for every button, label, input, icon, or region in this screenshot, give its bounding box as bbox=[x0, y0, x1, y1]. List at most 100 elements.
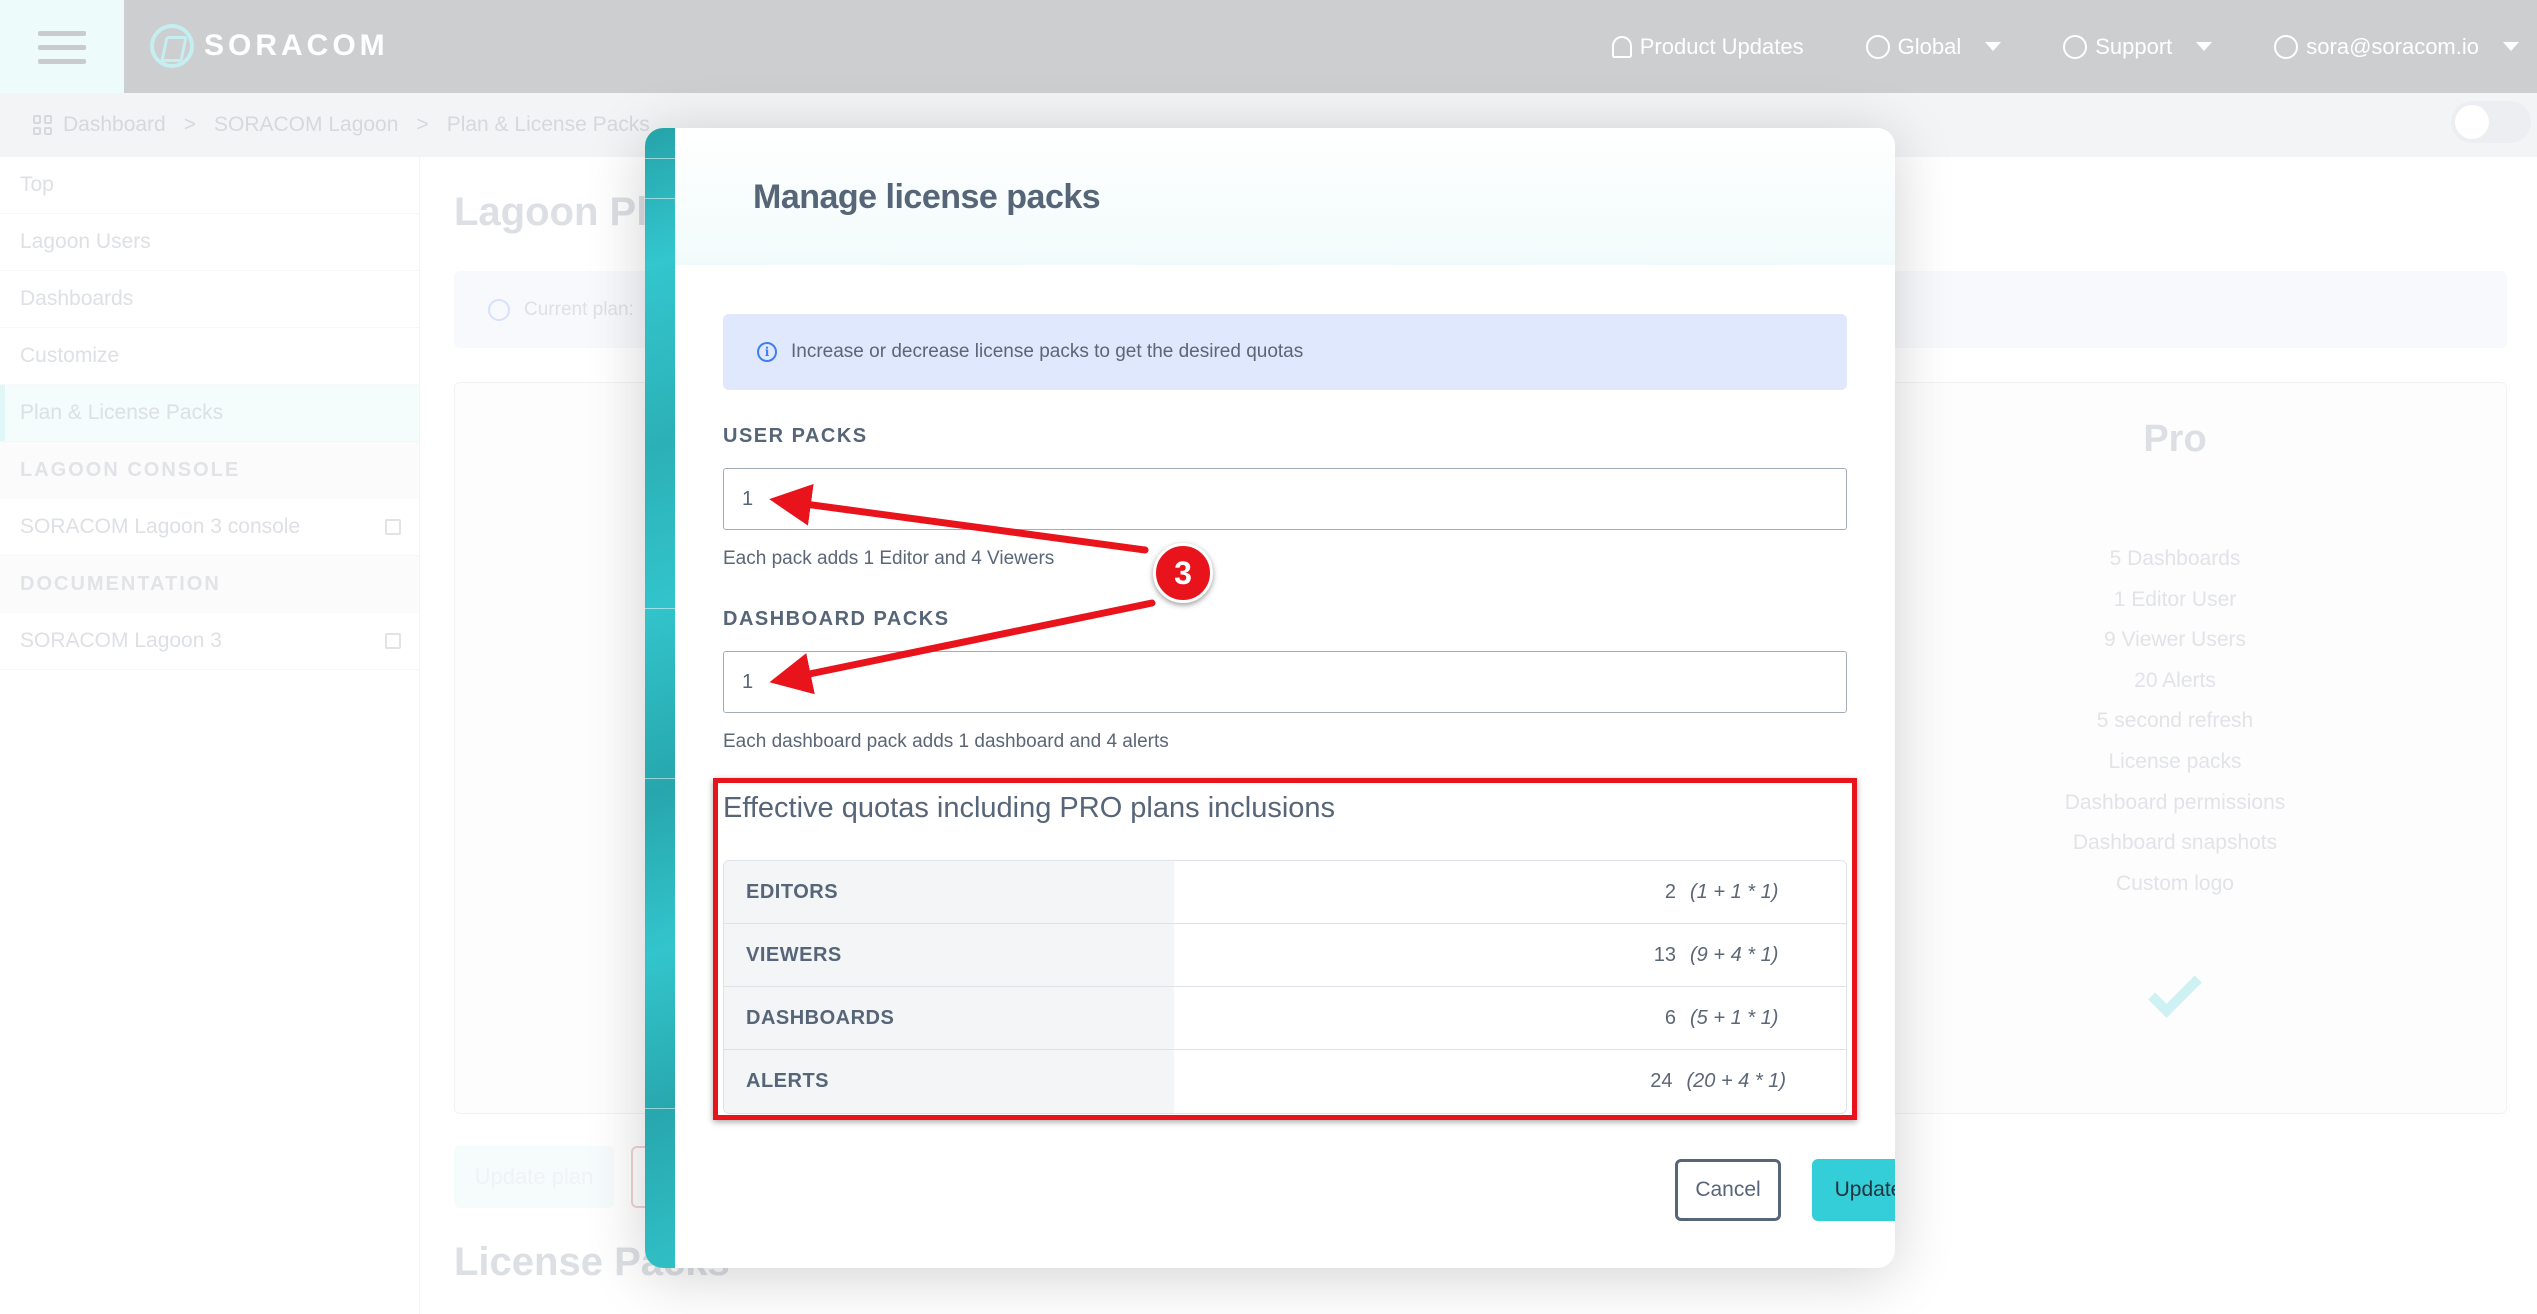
page-title: Lagoon Pla bbox=[454, 190, 670, 234]
update-button[interactable]: Update bbox=[1812, 1159, 1895, 1221]
info-icon: i bbox=[757, 342, 777, 362]
info-alert: i Increase or decrease license packs to … bbox=[723, 314, 1847, 390]
globe-icon bbox=[1865, 34, 1890, 59]
user-packs-input[interactable] bbox=[723, 468, 1847, 530]
external-link-icon bbox=[385, 519, 401, 535]
dashboard-packs-input[interactable] bbox=[723, 651, 1847, 713]
info-text: Increase or decrease license packs to ge… bbox=[791, 341, 1304, 362]
quota-value: 13 (9 + 4 * 1) bbox=[1174, 924, 1846, 986]
region-dropdown[interactable]: Global bbox=[1865, 33, 2002, 60]
user-packs-help: Each pack adds 1 Editor and 4 Viewers bbox=[723, 548, 1055, 569]
sidebar-section-lagoon-console: LAGOON CONSOLE bbox=[0, 442, 419, 499]
chevron-down-icon bbox=[1985, 42, 2002, 51]
sidebar-item-plan-license-packs[interactable]: Plan & License Packs bbox=[0, 385, 419, 442]
user-icon bbox=[2274, 34, 2299, 59]
quotas-table: EDITORS 2 (1 + 1 * 1) VIEWERS 13 (9 + 4 … bbox=[723, 860, 1847, 1114]
menu-toggle-button[interactable] bbox=[0, 0, 124, 93]
pro-plan-features: 5 Dashboards 1 Editor User 9 Viewer User… bbox=[1950, 539, 2400, 904]
dashboard-packs-help: Each dashboard pack adds 1 dashboard and… bbox=[723, 731, 1169, 752]
hamburger-icon-line bbox=[38, 59, 86, 64]
manage-license-packs-dialog: Manage license packs i Increase or decre… bbox=[645, 128, 1895, 1268]
breadcrumb-dashboard[interactable]: Dashboard bbox=[63, 113, 166, 137]
top-nav: Product Updates Global Support sora@sora… bbox=[1611, 0, 2537, 93]
update-plan-button[interactable]: Update plan bbox=[454, 1146, 614, 1208]
quota-value: 24 (20 + 4 * 1) bbox=[1174, 1050, 1846, 1113]
chevron-down-icon bbox=[2196, 42, 2213, 51]
support-label: Support bbox=[2095, 33, 2173, 59]
pro-feature: 20 Alerts bbox=[2134, 668, 2216, 692]
pro-feature: 5 second refresh bbox=[2096, 709, 2254, 733]
top-bar: SORACOM Product Updates Global Support s… bbox=[0, 0, 2537, 93]
hamburger-icon bbox=[38, 31, 86, 36]
quota-formula: (1 + 1 * 1) bbox=[1690, 880, 1779, 903]
modal-header: Manage license packs bbox=[675, 128, 1895, 265]
sidebar-item-customize[interactable]: Customize bbox=[0, 328, 419, 385]
quotas-title: Effective quotas including PRO plans inc… bbox=[723, 792, 1336, 824]
pro-feature: Custom logo bbox=[2116, 871, 2234, 895]
cancel-button[interactable]: Cancel bbox=[1675, 1159, 1781, 1221]
modal-decorative-strip bbox=[645, 128, 675, 1268]
sidebar-item-lagoon-users[interactable]: Lagoon Users bbox=[0, 214, 419, 271]
soracom-logo-icon bbox=[150, 24, 194, 68]
sidebar-link-label: SORACOM Lagoon 3 bbox=[20, 629, 222, 652]
pro-plan-column: Pro 5 Dashboards 1 Editor User 9 Viewer … bbox=[1950, 382, 2400, 1019]
brand-name: SORACOM bbox=[204, 29, 389, 62]
region-label: Global bbox=[1897, 33, 1962, 59]
theme-toggle[interactable] bbox=[2451, 101, 2531, 143]
sidebar-section-documentation: DOCUMENTATION bbox=[0, 556, 419, 613]
quota-total: 6 bbox=[1664, 1006, 1676, 1029]
pro-feature: 1 Editor User bbox=[2113, 587, 2237, 611]
breadcrumb-current: Plan & License Packs bbox=[446, 113, 650, 136]
hamburger-icon-line bbox=[38, 45, 86, 50]
quota-label: VIEWERS bbox=[724, 924, 1174, 986]
quota-value: 2 (1 + 1 * 1) bbox=[1174, 861, 1846, 923]
external-link-icon bbox=[385, 633, 401, 649]
pro-feature: 9 Viewer Users bbox=[2104, 628, 2246, 652]
quota-total: 24 bbox=[1650, 1070, 1673, 1092]
quota-label: ALERTS bbox=[724, 1050, 1174, 1113]
modal-title: Manage license packs bbox=[753, 178, 1101, 216]
sidebar-link-label: SORACOM Lagoon 3 console bbox=[20, 515, 301, 538]
sidebar-link-lagoon-docs[interactable]: SORACOM Lagoon 3 bbox=[0, 613, 419, 670]
table-row: DASHBOARDS 6 (5 + 1 * 1) bbox=[724, 987, 1846, 1050]
account-email: sora@soracom.io bbox=[2306, 33, 2479, 59]
quota-total: 2 bbox=[1664, 880, 1676, 903]
table-row: EDITORS 2 (1 + 1 * 1) bbox=[724, 861, 1846, 924]
step-number-badge: 3 bbox=[1153, 543, 1213, 603]
quota-formula: (20 + 4 * 1) bbox=[1686, 1070, 1786, 1092]
quota-formula: (5 + 1 * 1) bbox=[1690, 1006, 1779, 1029]
product-updates-label: Product Updates bbox=[1639, 33, 1804, 59]
pro-feature: License packs bbox=[2108, 749, 2242, 773]
dashboard-packs-label: DASHBOARD PACKS bbox=[723, 608, 950, 630]
table-row: ALERTS 24 (20 + 4 * 1) bbox=[724, 1050, 1846, 1113]
chevron-down-icon bbox=[2503, 42, 2519, 51]
lifebuoy-icon bbox=[2063, 34, 2088, 59]
pro-feature: Dashboard permissions bbox=[2064, 790, 2286, 814]
chevron-right-icon: > bbox=[416, 113, 429, 136]
product-updates-link[interactable]: Product Updates bbox=[1611, 33, 1804, 60]
bell-icon bbox=[1611, 35, 1632, 58]
dashboard-grid-icon bbox=[33, 115, 53, 135]
pro-plan-title: Pro bbox=[2143, 418, 2207, 460]
quota-label: EDITORS bbox=[724, 861, 1174, 923]
chevron-right-icon: > bbox=[183, 113, 196, 136]
quota-total: 13 bbox=[1653, 943, 1676, 966]
pro-feature: Dashboard snapshots bbox=[2072, 831, 2278, 855]
pro-feature: 5 Dashboards bbox=[2109, 547, 2241, 570]
soracom-logo[interactable]: SORACOM bbox=[150, 24, 389, 68]
sun-icon bbox=[2455, 105, 2489, 139]
sidebar-item-top[interactable]: Top bbox=[0, 157, 419, 214]
quota-formula: (9 + 4 * 1) bbox=[1690, 943, 1779, 966]
quota-value: 6 (5 + 1 * 1) bbox=[1174, 987, 1846, 1049]
quota-label: DASHBOARDS bbox=[724, 987, 1174, 1049]
user-packs-label: USER PACKS bbox=[723, 425, 868, 447]
sidebar: Top Lagoon Users Dashboards Customize Pl… bbox=[0, 157, 420, 1314]
support-dropdown[interactable]: Support bbox=[2063, 33, 2213, 60]
breadcrumb-soracom-lagoon[interactable]: SORACOM Lagoon bbox=[214, 113, 398, 137]
sidebar-link-lagoon-console[interactable]: SORACOM Lagoon 3 console bbox=[0, 499, 419, 556]
info-icon bbox=[488, 298, 510, 321]
sidebar-item-dashboards[interactable]: Dashboards bbox=[0, 271, 419, 328]
table-row: VIEWERS 13 (9 + 4 * 1) bbox=[724, 924, 1846, 987]
current-plan-text: Current plan: bbox=[524, 298, 634, 320]
account-dropdown[interactable]: sora@soracom.io bbox=[2274, 34, 2519, 60]
